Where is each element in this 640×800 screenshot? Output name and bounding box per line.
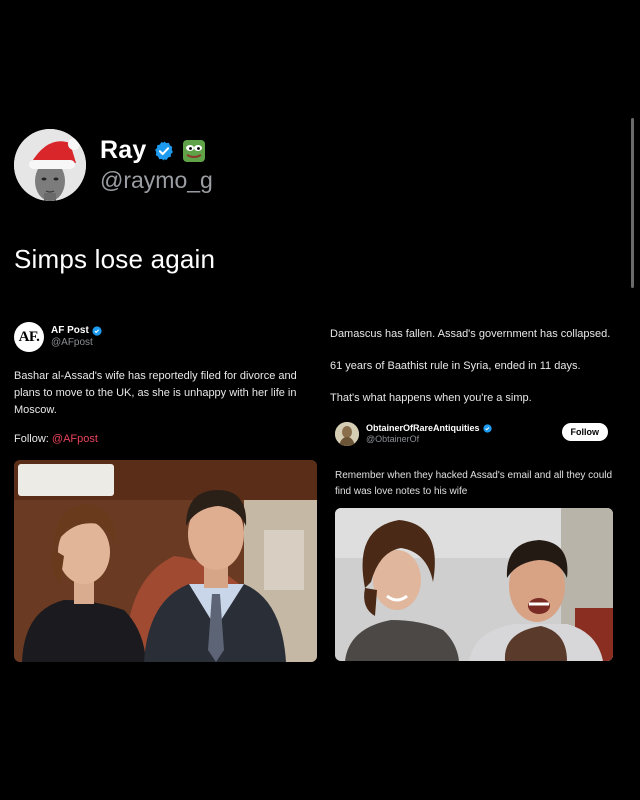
af-post-logo[interactable]: AF.	[14, 322, 44, 352]
verified-badge-icon	[482, 424, 492, 433]
pepe-frog-icon	[183, 139, 206, 162]
quote-line: That's what happens when you're a simp.	[330, 392, 532, 404]
embedded-card-afpost[interactable]: AF. AF Post @AFpost Bashar al-Assad's wi…	[14, 322, 319, 445]
verified-badge-icon	[155, 140, 174, 161]
verified-badge-icon	[92, 326, 102, 336]
quote-line: Damascus has fallen. Assad's government …	[330, 328, 611, 340]
obtainer-name[interactable]: ObtainerOfRareAntiquities	[366, 423, 480, 434]
af-post-body: Bashar al-Assad's wife has reportedly fi…	[14, 370, 297, 416]
follow-prefix: Follow:	[14, 433, 52, 445]
follow-button[interactable]: Follow	[561, 423, 608, 441]
quote-line: 61 years of Baathist rule in Syria, ende…	[330, 360, 581, 372]
obtainer-avatar[interactable]	[335, 422, 359, 446]
quote-text-block: Damascus has fallen. Assad's government …	[330, 326, 615, 422]
af-post-handle[interactable]: @AFpost	[51, 337, 102, 349]
avatar[interactable]	[14, 129, 86, 201]
embedded-card-obtainer[interactable]: ObtainerOfRareAntiquities @ObtainerOf Fo…	[335, 422, 615, 500]
post-text: Simps lose again	[14, 244, 216, 274]
obtainer-handle[interactable]: @ObtainerOf	[366, 434, 492, 445]
af-post-name[interactable]: AF Post	[51, 325, 89, 337]
couple-photo-right	[335, 508, 613, 661]
couple-photo-left	[14, 460, 317, 662]
author-name[interactable]: Ray	[100, 136, 146, 165]
bust-statue-icon	[335, 422, 359, 446]
scrollbar[interactable]	[631, 118, 634, 288]
follow-line: Follow: @AFpost	[14, 433, 319, 445]
obtainer-body: Remember when they hacked Assad's email …	[335, 470, 613, 497]
follow-link[interactable]: @AFpost	[52, 433, 98, 445]
post-author: Ray @raymo_g	[14, 128, 213, 202]
author-handle[interactable]: @raymo_g	[100, 167, 213, 194]
santa-hat-avatar	[14, 129, 86, 201]
